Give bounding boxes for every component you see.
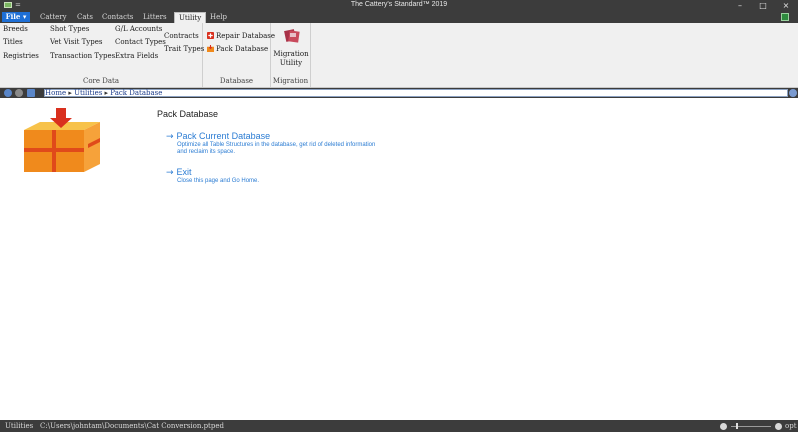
contact-types-button[interactable]: Contact Types xyxy=(115,38,166,46)
repair-icon xyxy=(207,32,214,39)
pack-database-illustration xyxy=(24,108,100,172)
back-icon[interactable] xyxy=(4,89,12,97)
menu-bar: File ▾ Cattery Cats Contacts Litters Uti… xyxy=(0,11,798,23)
titles-button[interactable]: Titles xyxy=(3,38,23,46)
breadcrumb-utilities[interactable]: Utilities xyxy=(74,89,102,97)
pack-current-database-link[interactable]: → Pack Current Database xyxy=(166,131,270,142)
breadcrumb-separator: ▸ xyxy=(68,89,72,97)
pack-description: Optimize all Table Structures in the dat… xyxy=(177,142,375,156)
trait-types-button[interactable]: Trait Types xyxy=(164,45,204,53)
home-grid-icon[interactable] xyxy=(27,89,35,97)
status-right-label: opt xyxy=(785,422,797,430)
minimize-ribbon-icon[interactable] xyxy=(781,13,789,21)
zoom-in-icon[interactable] xyxy=(775,423,782,430)
arrow-right-icon: → xyxy=(166,132,174,142)
registries-button[interactable]: Registries xyxy=(3,52,39,60)
pack-description-line-2: and reclaim its space. xyxy=(177,149,236,155)
status-section: Utilities xyxy=(5,422,34,430)
status-bar: Utilities C:\Users\johntam\Documents\Cat… xyxy=(0,420,798,432)
title-bar: = The Cattery's Standard™ 2019 – □ × xyxy=(0,0,798,11)
group-migration: Migration Utility Migration xyxy=(271,23,311,87)
exit-label: Exit xyxy=(176,167,192,177)
zoom-out-icon[interactable] xyxy=(720,423,727,430)
breadcrumb-bar: Home ▸ Utilities ▸ Pack Database xyxy=(0,88,798,98)
window-title: The Cattery's Standard™ 2019 xyxy=(350,1,448,8)
tab-cattery[interactable]: Cattery xyxy=(36,12,71,23)
breadcrumb-pack-database[interactable]: Pack Database xyxy=(110,89,162,97)
close-button[interactable]: × xyxy=(775,0,797,11)
contracts-button[interactable]: Contracts xyxy=(164,32,199,40)
breadcrumb-go-icon[interactable] xyxy=(789,89,797,97)
breadcrumb-home[interactable]: Home xyxy=(45,89,66,97)
pack-current-database-label: Pack Current Database xyxy=(176,131,271,141)
repair-database-button[interactable]: Repair Database xyxy=(207,32,275,40)
breadcrumb: Home ▸ Utilities ▸ Pack Database xyxy=(44,89,788,97)
forward-icon[interactable] xyxy=(15,89,23,97)
group-caption-migration: Migration xyxy=(272,77,309,85)
maximize-button[interactable]: □ xyxy=(752,0,774,11)
pack-database-button[interactable]: Pack Database xyxy=(207,45,268,53)
group-caption-core-data: Core Data xyxy=(82,77,120,85)
arrow-right-icon: → xyxy=(166,168,174,178)
transaction-types-button[interactable]: Transaction Types xyxy=(50,52,115,60)
vet-visit-types-button[interactable]: Vet Visit Types xyxy=(50,38,102,46)
group-core-data: Breeds Titles Registries Shot Types Vet … xyxy=(0,23,204,87)
tab-cats[interactable]: Cats xyxy=(73,12,97,23)
tab-litters[interactable]: Litters xyxy=(139,12,171,23)
exit-link[interactable]: → Exit xyxy=(166,167,192,178)
repair-database-label: Repair Database xyxy=(216,32,276,40)
migration-icon xyxy=(284,29,300,43)
shot-types-button[interactable]: Shot Types xyxy=(50,25,89,33)
file-menu[interactable]: File ▾ xyxy=(2,12,30,22)
exit-description: Close this page and Go Home. xyxy=(177,178,260,184)
tab-utility[interactable]: Utility xyxy=(174,12,207,23)
ribbon: Breeds Titles Registries Shot Types Vet … xyxy=(0,23,798,88)
breadcrumb-separator: ▸ xyxy=(104,89,109,97)
pack-icon xyxy=(207,45,214,52)
status-file-path: C:\Users\johntam\Documents\Cat Conversio… xyxy=(40,422,224,430)
group-caption-database: Database xyxy=(219,77,254,85)
pack-database-label: Pack Database xyxy=(216,45,269,53)
extra-fields-button[interactable]: Extra Fields xyxy=(115,52,158,60)
minimize-button[interactable]: – xyxy=(729,0,751,11)
pack-description-line-1: Optimize all Table Structures in the dat… xyxy=(177,142,376,148)
page-title: Pack Database xyxy=(157,109,219,119)
main-content: Pack Database → Pack Current Database Opt… xyxy=(0,98,798,420)
tab-contacts[interactable]: Contacts xyxy=(98,12,137,23)
zoom-slider-thumb[interactable] xyxy=(736,423,738,429)
migration-utility-button[interactable]: Migration Utility xyxy=(273,50,309,68)
group-database: Repair Database Pack Database Database xyxy=(203,23,275,87)
breeds-button[interactable]: Breeds xyxy=(3,25,28,33)
tab-help[interactable]: Help xyxy=(206,12,231,23)
gl-accounts-button[interactable]: G/L Accounts xyxy=(115,25,162,33)
